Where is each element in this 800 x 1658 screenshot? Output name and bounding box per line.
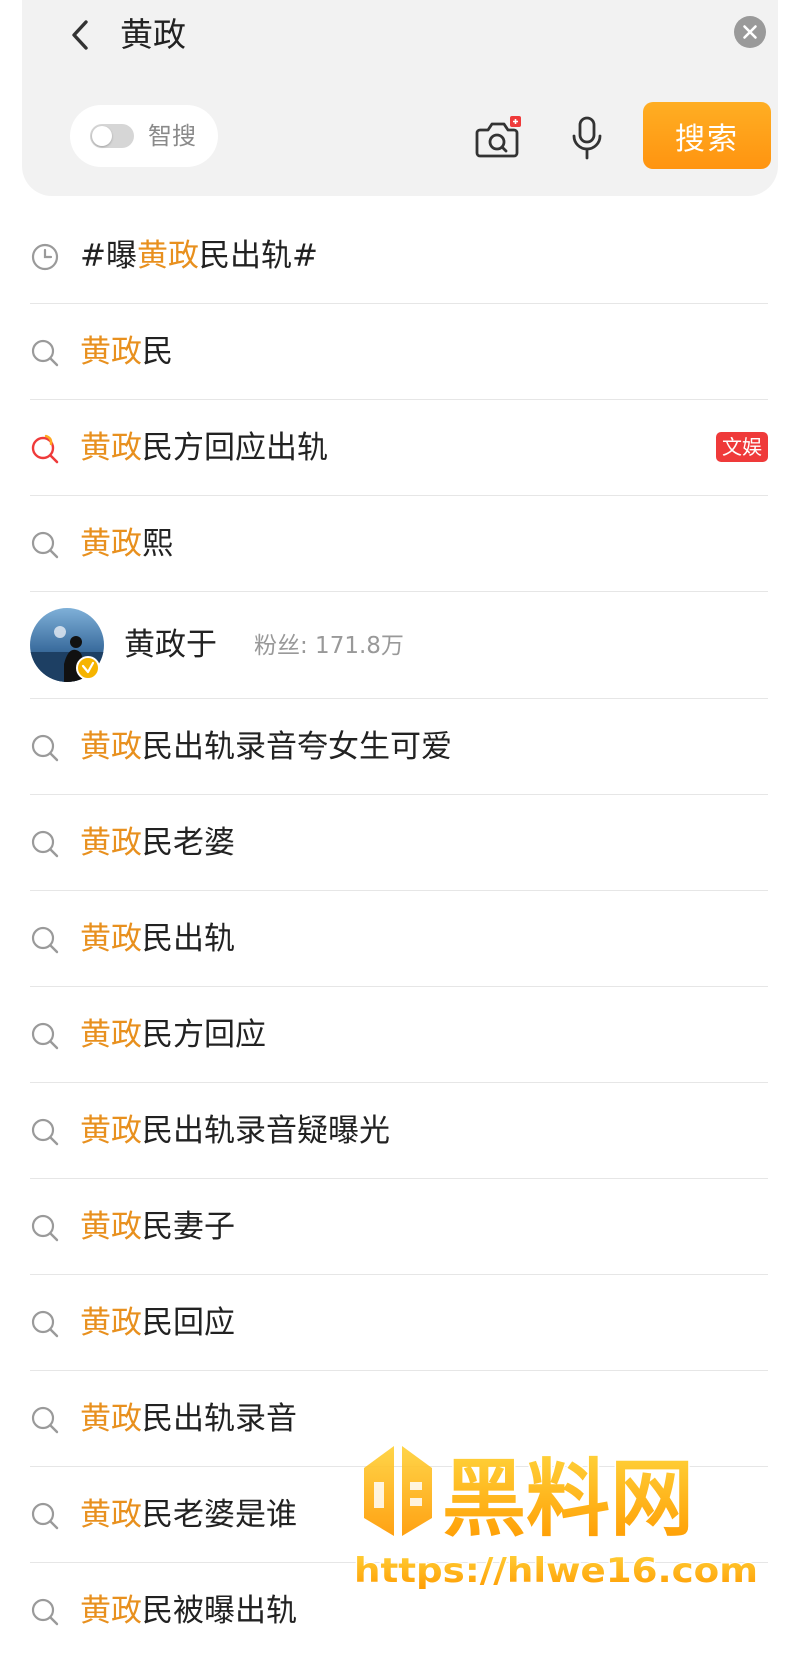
search-icon <box>31 926 59 954</box>
suggestion-text: 黄政民出轨录音疑曝光 <box>80 1113 390 1149</box>
suggestion-text: 黄政民出轨录音夸女生可爱 <box>80 729 452 765</box>
suggestion-text: 黄政熙 <box>80 526 173 562</box>
search-icon <box>31 734 59 762</box>
history-icon <box>31 243 59 271</box>
suggestion-item[interactable]: 黄政民方回应出轨 文娱 <box>30 400 768 496</box>
suggestion-text: 黄政民方回应 <box>80 1017 266 1053</box>
watermark-url: https://hlwe16.com <box>354 1551 758 1591</box>
suggestion-text: #曝黄政民出轨# <box>80 238 318 274</box>
user-fans-count: 粉丝: 171.8万 <box>254 633 404 659</box>
watermark-brand: 黑料网 <box>442 1450 694 1548</box>
search-icon <box>31 1502 59 1530</box>
watermark: 黑料网 https://hlwe16.com <box>353 1446 759 1592</box>
suggestion-item[interactable]: 黄政民出轨录音夸女生可爱 <box>30 699 768 795</box>
search-icon <box>31 1214 59 1242</box>
search-icon <box>31 1406 59 1434</box>
suggestion-text: 黄政民出轨录音 <box>80 1401 297 1437</box>
user-result-row[interactable]: 黄政于 粉丝: 171.8万 <box>30 592 768 699</box>
suggestion-text: 黄政民 <box>80 334 173 370</box>
suggestion-text: 黄政民被曝出轨 <box>80 1593 297 1629</box>
user-name: 黄政于 <box>124 627 217 663</box>
suggestion-item[interactable]: 黄政民出轨录音疑曝光 <box>30 1083 768 1179</box>
search-icon <box>31 531 59 559</box>
camera-search-icon[interactable] <box>474 116 522 160</box>
microphone-icon[interactable] <box>570 116 604 162</box>
suggestion-item[interactable]: 黄政民方回应 <box>30 987 768 1083</box>
suggestion-text: 黄政民妻子 <box>80 1209 235 1245</box>
category-tag: 文娱 <box>716 432 768 462</box>
search-icon <box>31 1022 59 1050</box>
suggestion-text: 黄政民老婆 <box>80 825 235 861</box>
smart-search-toggle[interactable]: 智搜 <box>70 105 218 167</box>
search-icon <box>31 1118 59 1146</box>
user-avatar[interactable] <box>30 608 104 682</box>
suggestion-text: 黄政民方回应出轨 <box>80 430 328 466</box>
search-panel: 黄政 智搜 搜索 <box>22 0 778 196</box>
toggle-switch[interactable] <box>90 124 134 148</box>
suggestion-text: 黄政民出轨 <box>80 921 235 957</box>
suggestion-item[interactable]: 黄政民老婆 <box>30 795 768 891</box>
search-button[interactable]: 搜索 <box>643 102 771 169</box>
search-query-text[interactable]: 黄政 <box>120 15 186 55</box>
watermark-logo-icon <box>364 1446 432 1536</box>
suggestion-text: 黄政民回应 <box>80 1305 235 1341</box>
clear-icon[interactable] <box>734 16 766 48</box>
suggestion-text: 黄政民老婆是谁 <box>80 1497 297 1533</box>
search-icon <box>31 830 59 858</box>
suggestion-item[interactable]: #曝黄政民出轨# <box>30 208 768 304</box>
suggestion-item[interactable]: 黄政民出轨 <box>30 891 768 987</box>
search-icon <box>31 1598 59 1626</box>
search-icon <box>31 1310 59 1338</box>
back-arrow-icon[interactable] <box>66 18 96 52</box>
smart-search-label: 智搜 <box>148 122 196 150</box>
suggestion-item[interactable]: 黄政熙 <box>30 496 768 592</box>
suggestion-item[interactable]: 黄政民妻子 <box>30 1179 768 1275</box>
hot-search-icon <box>31 434 59 464</box>
suggestion-item[interactable]: 黄政民回应 <box>30 1275 768 1371</box>
search-icon <box>31 339 59 367</box>
toggle-knob <box>92 126 112 146</box>
suggestion-item[interactable]: 黄政民 <box>30 304 768 400</box>
